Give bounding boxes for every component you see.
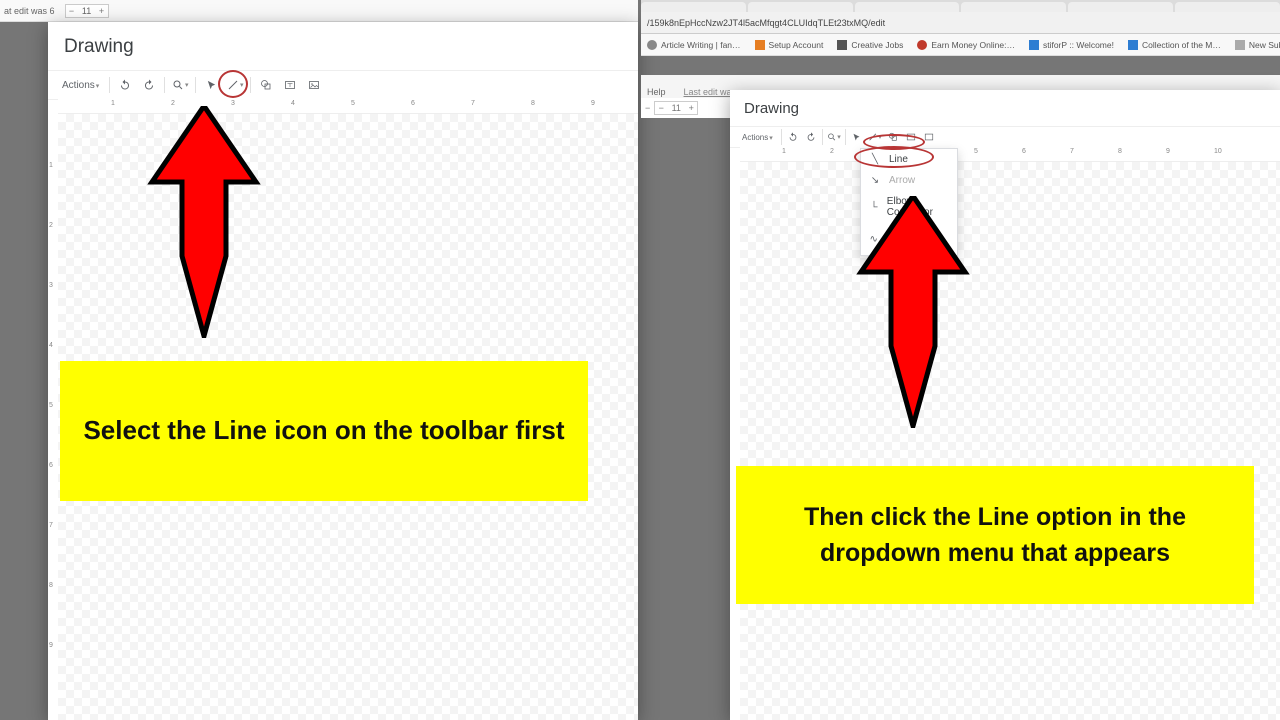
line-icon (227, 79, 239, 91)
dialog-title: Drawing (48, 22, 638, 70)
shape-icon (888, 132, 898, 142)
font-size-minus[interactable]: − (66, 6, 78, 16)
line-tool[interactable]: ▾ (868, 130, 882, 144)
textbox-tool[interactable] (904, 130, 918, 144)
actions-menu[interactable]: Actions▾ (58, 80, 103, 91)
bookmark-item[interactable]: stiforP :: Welcome! (1029, 40, 1114, 50)
shape-tool[interactable] (257, 76, 275, 94)
textbox-icon (284, 79, 296, 91)
line-icon (868, 132, 877, 142)
font-size-plus[interactable]: + (685, 103, 697, 113)
image-tool[interactable] (305, 76, 323, 94)
font-size-value: 11 (78, 6, 96, 16)
redo-icon (143, 79, 155, 91)
font-size-value: 11 (667, 103, 685, 113)
drawing-dialog: Drawing Actions▾ ▾ ▾ (730, 90, 1280, 720)
zoom-button[interactable]: ▾ (171, 76, 189, 94)
drawing-canvas[interactable] (740, 162, 1280, 720)
font-size-stepper[interactable]: − 11 + (654, 101, 698, 115)
zoom-icon (827, 132, 836, 142)
bookmark-item[interactable]: Collection of the M… (1128, 40, 1221, 50)
menu-item-elbow[interactable]: └ Elbow Connector (861, 191, 957, 223)
image-icon (924, 132, 934, 142)
bg-edit-text: at edit was 6 (4, 6, 55, 16)
curved-icon: ∿ (869, 234, 878, 245)
undo-icon (788, 132, 798, 142)
bookmark-item[interactable]: Creative Jobs (837, 40, 903, 50)
separator (845, 129, 846, 145)
actions-menu[interactable]: Actions▾ (738, 133, 777, 142)
font-size-stepper[interactable]: − 11 + (65, 4, 109, 18)
zoom-icon (172, 79, 184, 91)
bookmark-item[interactable]: Setup Account (755, 40, 824, 50)
bookmark-item[interactable]: Earn Money Online:… (917, 40, 1015, 50)
horizontal-ruler: 123 456 789 (58, 98, 638, 114)
redo-button[interactable] (140, 76, 158, 94)
font-size-minus[interactable]: − (655, 103, 667, 113)
select-tool[interactable] (202, 76, 220, 94)
help-menu[interactable]: Help (647, 87, 666, 97)
menu-item-arrow[interactable]: ↘ Arrow (861, 170, 957, 191)
vertical-ruler (730, 162, 740, 720)
line-icon: ╲ (869, 154, 881, 165)
menu-item-curved[interactable]: ∿ Curved Connector (861, 223, 957, 255)
line-dropdown: ╲ Line ↘ Arrow └ Elbow Connector ∿ Curve… (860, 148, 958, 256)
redo-button[interactable] (804, 130, 818, 144)
image-icon (308, 79, 320, 91)
dialog-title: Drawing (730, 90, 1280, 126)
line-tool[interactable]: ▾ (226, 76, 244, 94)
instruction-callout: Then click the Line option in the dropdo… (736, 466, 1254, 604)
zoom-button[interactable]: ▾ (827, 130, 841, 144)
undo-button[interactable] (786, 130, 800, 144)
separator (109, 77, 110, 93)
shape-icon (260, 79, 272, 91)
select-tool[interactable] (850, 130, 864, 144)
bookmark-item[interactable]: Article Writing | fan… (647, 40, 741, 50)
undo-button[interactable] (116, 76, 134, 94)
image-tool[interactable] (922, 130, 936, 144)
bookmark-item[interactable]: New Subsc (1235, 40, 1280, 50)
textbox-tool[interactable] (281, 76, 299, 94)
menu-item-line[interactable]: ╲ Line (861, 149, 957, 170)
separator (781, 129, 782, 145)
separator (195, 77, 196, 93)
separator (822, 129, 823, 145)
instruction-callout: Select the Line icon on the toolbar firs… (60, 361, 588, 501)
font-size-plus[interactable]: + (96, 6, 108, 16)
redo-icon (806, 132, 816, 142)
pointer-icon (206, 80, 217, 91)
arrow-icon: ↘ (869, 175, 881, 186)
shape-tool[interactable] (886, 130, 900, 144)
drawing-toolbar: Actions▾ ▾ ▾ (48, 70, 638, 100)
drawing-toolbar: Actions▾ ▾ ▾ (730, 126, 1280, 148)
textbox-icon (906, 132, 916, 142)
address-bar[interactable]: /159k8nEpHccNzw2JT4l5acMfqgt4CLUIdqTLEt2… (641, 12, 1280, 34)
vertical-ruler: 123 456 789 (48, 114, 58, 720)
last-edit-text[interactable]: Last edit was (684, 87, 737, 97)
horizontal-ruler: 123 456 789 10 (740, 146, 1280, 162)
separator (164, 77, 165, 93)
undo-icon (119, 79, 131, 91)
browser-tabs (641, 0, 1280, 12)
separator (250, 77, 251, 93)
elbow-icon: └ (869, 202, 879, 213)
bookmarks-bar: Article Writing | fan… Setup Account Cre… (641, 34, 1280, 56)
pointer-icon (852, 133, 861, 142)
